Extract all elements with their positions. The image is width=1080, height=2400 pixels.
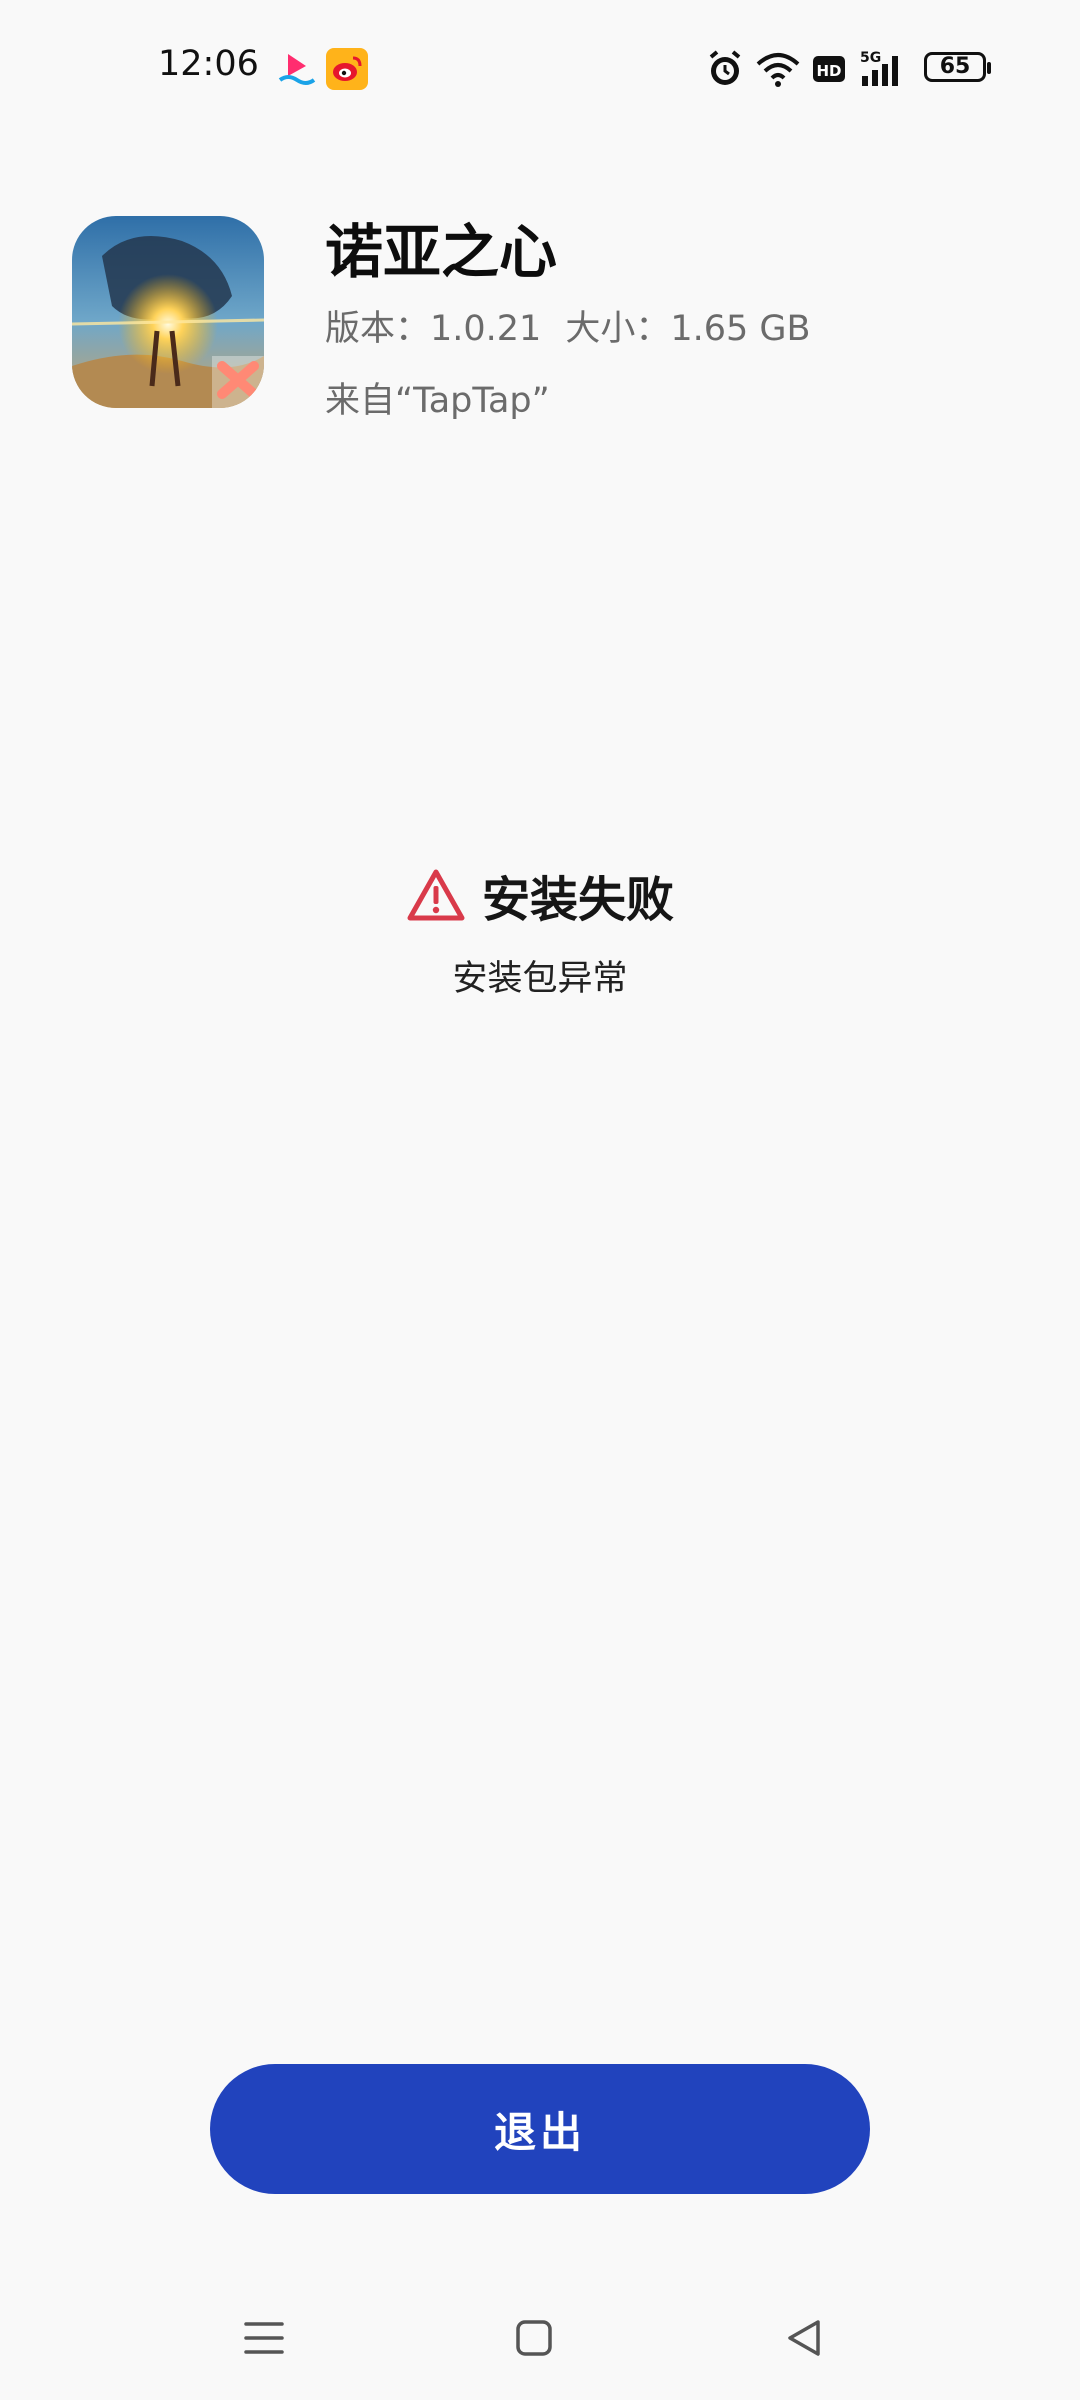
navigation-bar bbox=[0, 2280, 1080, 2390]
warning-icon bbox=[406, 868, 466, 922]
result-title: 安装失败 bbox=[481, 872, 674, 928]
result-reason: 安装包异常 bbox=[452, 959, 628, 999]
menu-icon[interactable] bbox=[234, 2308, 294, 2368]
app-icon bbox=[72, 216, 264, 408]
video-app-icon bbox=[276, 48, 318, 90]
app-size: 大小：1.65 GB bbox=[565, 309, 811, 349]
hd-icon: HD bbox=[812, 48, 846, 90]
wifi-icon bbox=[755, 48, 801, 90]
status-bar: 12:06 HD 5G 65 bbox=[0, 0, 1080, 140]
result-title-row: 安装失败 bbox=[406, 860, 674, 930]
exit-button[interactable]: 退出 bbox=[210, 2064, 870, 2194]
svg-text:5G: 5G bbox=[860, 50, 881, 66]
svg-text:HD: HD bbox=[816, 62, 841, 80]
app-meta: 版本：1.0.21 大小：1.65 GB bbox=[325, 300, 811, 351]
status-time: 12:06 bbox=[158, 44, 259, 84]
alarm-icon bbox=[705, 48, 745, 90]
home-icon[interactable] bbox=[504, 2308, 564, 2368]
weibo-icon bbox=[326, 48, 368, 90]
app-version: 版本：1.0.21 bbox=[325, 309, 542, 349]
app-source: 来自“TapTap” bbox=[325, 381, 550, 421]
signal-5g-icon: 5G bbox=[858, 48, 910, 90]
install-result: 安装失败 bbox=[0, 860, 1080, 930]
app-name: 诺亚之心 bbox=[325, 218, 558, 286]
battery-indicator: 65 bbox=[924, 52, 991, 82]
back-icon[interactable] bbox=[774, 2308, 834, 2368]
